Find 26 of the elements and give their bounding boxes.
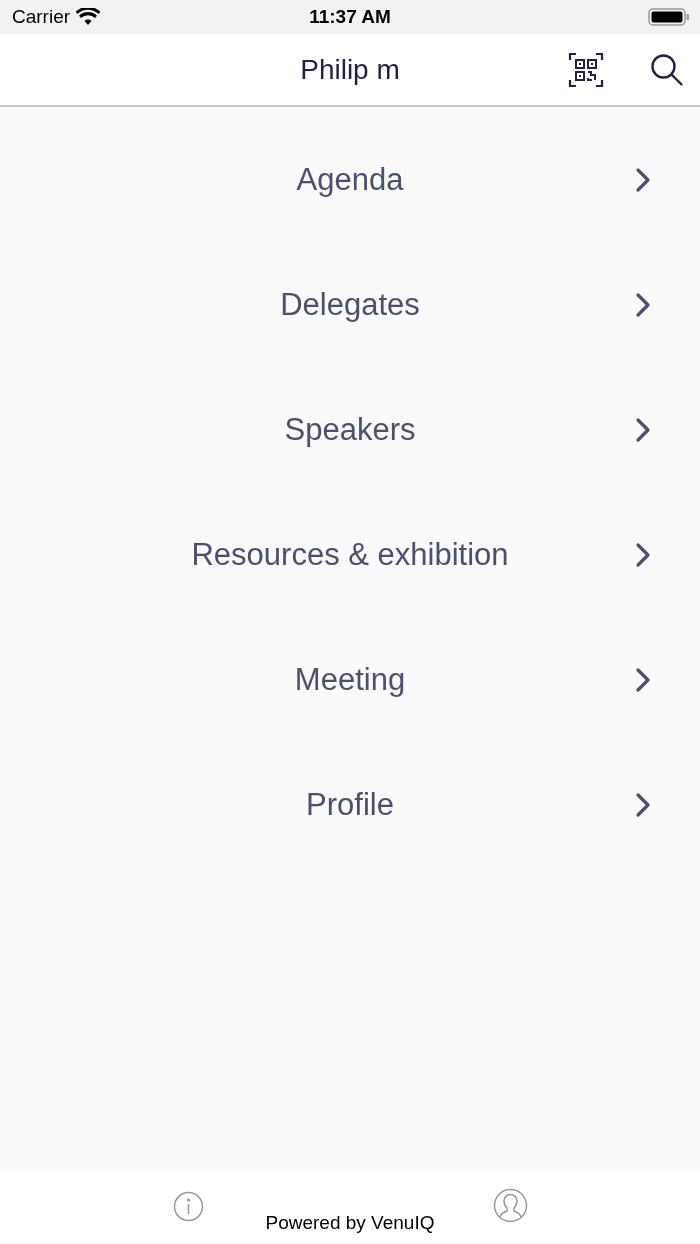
chevron-right-icon <box>635 416 651 443</box>
battery-icon <box>648 7 690 27</box>
wifi-icon <box>76 8 101 26</box>
powered-by-label: Powered by VenuIQ <box>264 1212 436 1234</box>
menu-item[interactable]: Speakers <box>0 367 700 492</box>
chevron-right-icon <box>635 291 651 318</box>
chevron-right-icon <box>635 666 651 693</box>
info-icon <box>173 1191 204 1222</box>
info-button[interactable] <box>173 1191 204 1222</box>
qr-code-icon <box>568 51 604 88</box>
nav-title: Philip m <box>300 53 400 86</box>
menu-item[interactable]: Meeting <box>0 617 700 742</box>
menu-item[interactable]: Agenda <box>0 117 700 242</box>
chevron-right-icon <box>635 166 651 193</box>
status-time: 11:37 AM <box>309 6 391 27</box>
carrier-label: Carrier <box>12 6 71 28</box>
menu-item[interactable]: Resources & exhibition <box>0 492 700 617</box>
chevron-right-icon <box>635 791 651 818</box>
search-icon <box>650 52 684 87</box>
search-button[interactable] <box>650 52 684 87</box>
chevron-right-icon <box>635 541 651 568</box>
menu-item[interactable]: Delegates <box>0 242 700 367</box>
profile-button[interactable] <box>493 1188 528 1223</box>
qr-scan-button[interactable] <box>568 51 604 88</box>
person-icon <box>493 1188 528 1223</box>
menu-item[interactable]: Profile <box>0 742 700 867</box>
